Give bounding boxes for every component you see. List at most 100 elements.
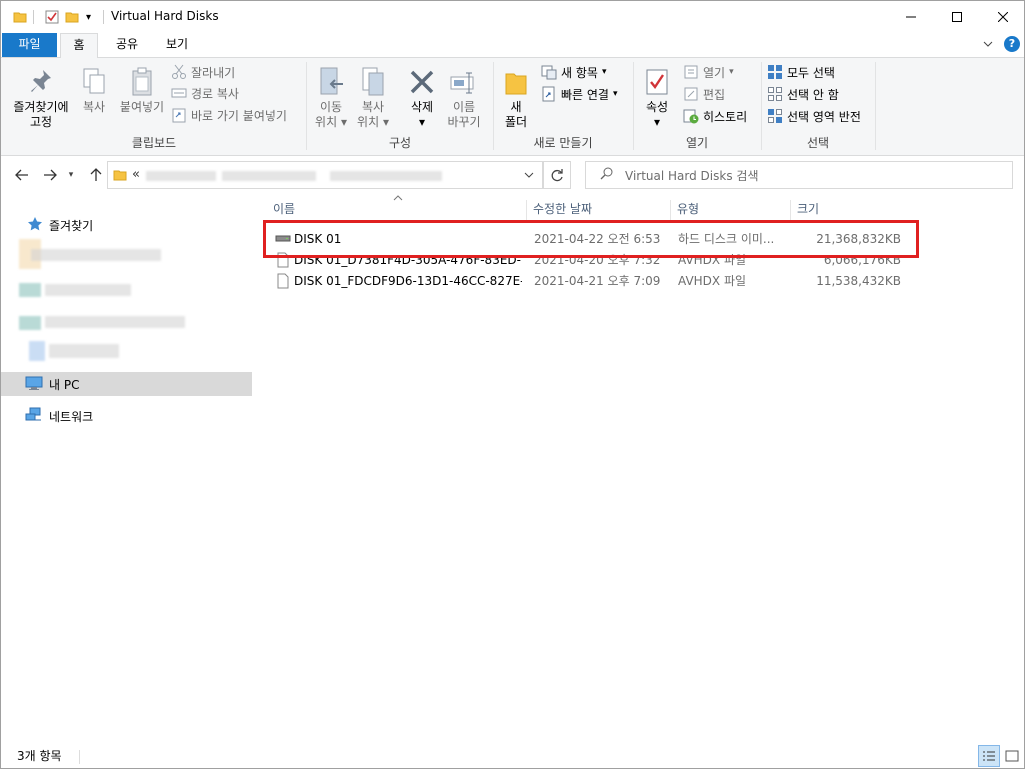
arrow-up-icon [90,168,102,181]
select-none-icon [767,86,783,102]
computer-icon [25,375,43,394]
address-bar[interactable]: « [107,161,543,189]
tab-share[interactable]: 공유 [109,33,145,57]
open-icon [683,64,699,80]
invert-selection-button[interactable]: 선택 영역 반전 [767,107,861,125]
rename-icon [443,64,485,100]
organize-group-label: 구성 [388,136,412,150]
new-folder-button[interactable]: 새 폴더 [501,64,531,130]
rename-button[interactable]: 이름 바꾸기 [443,64,485,130]
column-header-size[interactable]: 크기 [791,200,907,222]
nav-redacted [19,316,41,330]
properties-icon [639,64,675,100]
delete-icon [405,64,439,100]
refresh-button[interactable] [543,161,571,189]
history-icon [683,108,699,124]
copy-button[interactable]: 복사 [77,64,111,115]
paste-shortcut-button[interactable]: 바로 가기 붙여넣기 [171,106,287,124]
ribbon-tabs: 파일 홈 공유 보기 ? [1,33,1024,58]
properties-quick-icon[interactable] [45,9,59,25]
pin-icon [7,64,75,100]
window-title: Virtual Hard Disks [111,9,219,23]
search-placeholder: Virtual Hard Disks 검색 [625,168,759,183]
nav-redacted [45,316,185,328]
help-icon[interactable]: ? [1004,36,1020,52]
new-folder-icon [501,64,531,100]
details-view-icon [983,751,995,761]
arrow-right-icon [44,169,57,181]
folder-icon [13,9,27,25]
breadcrumb-redacted [330,171,442,181]
nav-redacted [49,344,119,358]
paste-shortcut-icon [171,107,187,123]
select-none-button[interactable]: 선택 안 함 [767,85,839,103]
search-icon [600,167,613,183]
breadcrumb-redacted [222,171,316,181]
file-row[interactable]: DISK 01_FDCDF9D6-13D1-46CC-827E-... 2021… [269,270,909,292]
ribbon-expand-icon[interactable] [983,39,993,52]
arrow-left-icon [15,169,28,181]
breadcrumb-overflow[interactable]: « [132,167,140,182]
history-button[interactable]: 히스토리 [683,107,747,125]
details-view-button[interactable] [978,745,1000,767]
copy-path-button[interactable]: 경로 복사 [171,84,239,102]
clipboard-group-label: 클립보드 [131,136,177,150]
tab-file[interactable]: 파일 [2,33,57,57]
ribbon: 즐겨찾기에 고정 복사 붙여넣기 잘라내기 경로 복사 바로 가기 붙여넣기 클… [1,58,1024,156]
file-size: 11,538,432KB [816,274,901,288]
properties-button[interactable]: 속성 ▾ [639,64,675,130]
tab-view[interactable]: 보기 [159,33,195,57]
search-box[interactable]: Virtual Hard Disks 검색 [585,161,1013,189]
folder-icon [113,168,127,185]
scissors-icon [171,64,187,80]
chevron-down-icon[interactable] [524,169,534,183]
new-folder-quick-icon[interactable] [65,9,79,25]
select-all-button[interactable]: 모두 선택 [767,63,835,81]
back-button[interactable] [11,163,33,187]
close-button[interactable] [980,1,1024,33]
nav-redacted [45,284,131,296]
edit-button[interactable]: 편집 [683,85,725,103]
copy-icon [77,64,111,100]
tab-home[interactable]: 홈 [60,33,98,58]
recent-locations-button[interactable]: ▾ [63,163,79,187]
paste-icon [117,64,167,100]
maximize-button[interactable] [934,1,980,33]
edit-icon [683,86,699,102]
nav-this-pc[interactable]: 내 PC [1,372,252,396]
delete-button[interactable]: 삭제 ▾ [405,64,439,130]
breadcrumb-redacted [146,171,216,181]
invert-selection-icon [767,108,783,124]
open-button[interactable]: 열기 ▾ [683,63,734,81]
move-to-button[interactable]: 이동 위치 ▾ [313,64,349,130]
title-bar: ▾ Virtual Hard Disks [1,1,1024,33]
paste-button[interactable]: 붙여넣기 [117,64,167,115]
select-group-label: 선택 [806,136,830,150]
highlight-box [263,220,919,258]
minimize-button[interactable] [888,1,934,33]
column-header-modified[interactable]: 수정한 날짜 [527,200,671,222]
large-icons-view-icon [1005,750,1019,762]
nav-network[interactable]: 네트워크 [1,404,252,428]
forward-button[interactable] [39,163,61,187]
customize-toolbar-icon[interactable]: ▾ [86,9,91,25]
nav-redacted [19,283,41,297]
column-header-type[interactable]: 유형 [671,200,791,222]
network-icon [25,407,43,426]
nav-favorites[interactable]: 즐겨찾기 [1,213,252,237]
pin-to-quick-access-button[interactable]: 즐겨찾기에 고정 [7,64,75,130]
copy-to-button[interactable]: 복사 위치 ▾ [353,64,393,130]
file-modified: 2021-04-21 오후 7:09 [534,274,661,288]
star-icon [27,216,43,235]
column-header-name[interactable]: 이름 [267,200,527,222]
easy-access-button[interactable]: 빠른 연결 ▾ [541,85,618,103]
nav-redacted [29,341,45,361]
nav-redacted [31,249,161,261]
file-type: AVHDX 파일 [678,274,747,288]
up-button[interactable] [85,163,107,187]
large-icons-view-button[interactable] [1001,745,1023,767]
select-all-icon [767,64,783,80]
cut-button[interactable]: 잘라내기 [171,63,235,81]
new-item-button[interactable]: 새 항목 ▾ [541,63,606,81]
copy-path-icon [171,85,187,101]
